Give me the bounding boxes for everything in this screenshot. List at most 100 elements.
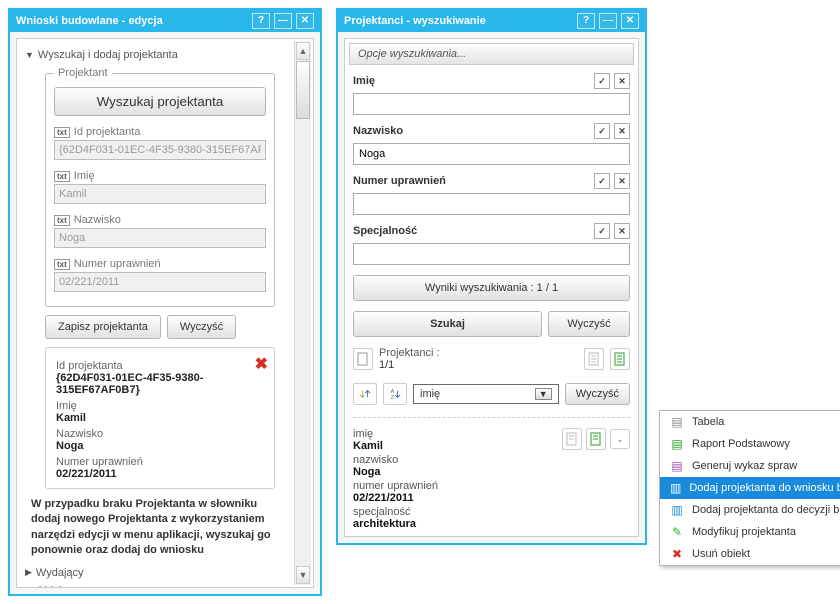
input-nazwisko[interactable] xyxy=(54,228,266,248)
document-icon[interactable] xyxy=(353,348,373,370)
section-wydajacy[interactable]: ▶ Wydający xyxy=(25,567,291,579)
field-check-icon[interactable]: ✓ xyxy=(594,223,610,239)
res-nazwisko-value: Noga xyxy=(353,466,554,478)
search-button[interactable]: Szukaj xyxy=(353,311,542,337)
field-imie: Imię ✓ ✕ xyxy=(353,73,630,115)
dropdown-icon[interactable]: ▼ xyxy=(535,388,552,400)
ctx-tabela[interactable]: ▤ Tabela xyxy=(660,411,840,433)
input-search-spec[interactable] xyxy=(353,243,630,265)
report-icon: ▤ xyxy=(670,437,684,451)
row-report-green-icon[interactable] xyxy=(586,428,606,450)
res-nazwisko-label: nazwisko xyxy=(353,454,554,466)
scroll-thumb[interactable] xyxy=(296,61,310,119)
clear-right-button[interactable]: Wyczyść xyxy=(548,311,630,337)
window-body-left: ▼ Wyszukaj i dodaj projektanta Projektan… xyxy=(10,32,320,594)
section-title-wydajacy: Wydający xyxy=(36,567,84,579)
text-field-icon: txt xyxy=(54,215,70,226)
label-imie: txt Imię xyxy=(54,170,266,182)
input-search-numer[interactable] xyxy=(353,193,630,215)
row-menu-icon[interactable]: ⌄ xyxy=(610,429,630,449)
minimize-button[interactable]: — xyxy=(274,13,292,29)
result-row: imię Kamil nazwisko Noga numer uprawnień… xyxy=(353,428,630,532)
sort-clear-button[interactable]: Wyczyść xyxy=(565,383,630,405)
results-count-bar: Wyniki wyszukiwania : 1 / 1 xyxy=(353,275,630,301)
text-field-icon: txt xyxy=(54,127,70,138)
titlebar-right: Projektanci - wyszukiwanie ? — ✕ xyxy=(338,10,645,32)
window-body-right: Opcje wyszukiwania... Imię ✓ ✕ Nazwisko … xyxy=(338,32,645,543)
context-menu: ▤ Tabela ▤ Raport Podstawowy ▤ Generuj w… xyxy=(659,410,840,566)
sort-toggle-2-icon[interactable]: AZ xyxy=(383,383,407,405)
card-id-value: {62D4F031-01EC-4F35-9380-315EF67AF0B7} xyxy=(56,372,264,396)
panel-left: ▼ Wyszukaj i dodaj projektanta Projektan… xyxy=(16,38,314,588)
field-numer: Numer uprawnień ✓ ✕ xyxy=(353,173,630,215)
input-imie[interactable] xyxy=(54,184,266,204)
input-numer[interactable] xyxy=(54,272,266,292)
mid-count: 1/1 xyxy=(379,359,578,371)
scrollbar-left[interactable]: ▲ ▼ xyxy=(294,41,311,585)
save-projektant-button[interactable]: Zapisz projektanta xyxy=(45,315,161,339)
titlebar-left: Wnioski budowlane - edycja ? — ✕ xyxy=(10,10,320,32)
input-search-nazwisko[interactable] xyxy=(353,143,630,165)
card-nazwisko-value: Noga xyxy=(56,440,264,452)
field-clear-icon[interactable]: ✕ xyxy=(614,123,630,139)
sort-toggle-1-icon[interactable] xyxy=(353,383,377,405)
report-white-icon[interactable] xyxy=(584,348,604,370)
ctx-dodaj-wniosek[interactable]: ▥ Dodaj projektanta do wniosku budowlane… xyxy=(660,477,840,499)
field-check-icon[interactable]: ✓ xyxy=(594,173,610,189)
input-search-imie[interactable] xyxy=(353,93,630,115)
report-green-icon[interactable] xyxy=(610,348,630,370)
label-nazwisko: txt Nazwisko xyxy=(54,214,266,226)
clear-left-button[interactable]: Wyczyść xyxy=(167,315,236,339)
field-nazwisko: Nazwisko ✓ ✕ xyxy=(353,123,630,165)
ctx-usun[interactable]: ✖ Usuń obiekt xyxy=(660,543,840,565)
res-spec-value: architektura xyxy=(353,518,554,530)
window-wnioski: Wnioski budowlane - edycja ? — ✕ ▼ Wyszu… xyxy=(8,8,322,596)
ctx-raport[interactable]: ▤ Raport Podstawowy xyxy=(660,433,840,455)
chevron-down-icon: ▼ xyxy=(25,50,34,60)
button-row-left: Zapisz projektanta Wyczyść xyxy=(45,315,275,339)
close-button[interactable]: ✕ xyxy=(296,13,314,29)
svg-text:A: A xyxy=(391,389,395,395)
row-report-white-icon[interactable] xyxy=(562,428,582,450)
field-nazwisko-label: Nazwisko xyxy=(353,125,403,137)
divider xyxy=(353,417,630,418)
help-button[interactable]: ? xyxy=(252,13,270,29)
window-projektanci: Projektanci - wyszukiwanie ? — ✕ Opcje w… xyxy=(336,8,647,545)
svg-text:Z: Z xyxy=(391,395,394,401)
field-clear-icon[interactable]: ✕ xyxy=(614,223,630,239)
section-search-add[interactable]: ▼ Wyszukaj i dodaj projektanta xyxy=(25,49,291,61)
scroll-down-icon[interactable]: ▼ xyxy=(296,566,310,584)
sort-row: AZ imię ▼ Wyczyść xyxy=(353,383,630,405)
card-numer-label: Numer uprawnień xyxy=(56,456,264,468)
ctx-modyfikuj[interactable]: ✎ Modyfikuj projektanta xyxy=(660,521,840,543)
scroll-up-icon[interactable]: ▲ xyxy=(296,42,310,60)
card-imie-value: Kamil xyxy=(56,412,264,424)
info-note: W przypadku braku Projektanta w słowniku… xyxy=(31,497,275,559)
card-imie-label: Imię xyxy=(56,400,264,412)
field-check-icon[interactable]: ✓ xyxy=(594,123,610,139)
chevron-right-icon: ▶ xyxy=(25,585,32,588)
card-numer-value: 02/221/2011 xyxy=(56,468,264,480)
panel-right: Opcje wyszukiwania... Imię ✓ ✕ Nazwisko … xyxy=(344,38,639,537)
res-spec-label: specjalność xyxy=(353,506,554,518)
text-field-icon: txt xyxy=(54,259,70,270)
field-check-icon[interactable]: ✓ xyxy=(594,73,610,89)
card-nazwisko-label: Nazwisko xyxy=(56,428,264,440)
search-projektant-button[interactable]: Wyszukaj projektanta xyxy=(54,87,266,116)
res-imie-label: imię xyxy=(353,428,554,440)
field-clear-icon[interactable]: ✕ xyxy=(614,173,630,189)
ctx-wykaz[interactable]: ▤ Generuj wykaz spraw xyxy=(660,455,840,477)
input-id-projektanta[interactable] xyxy=(54,140,266,160)
options-header[interactable]: Opcje wyszukiwania... xyxy=(349,43,634,65)
label-id: txt Id projektanta xyxy=(54,126,266,138)
help-button[interactable]: ? xyxy=(577,13,595,29)
close-button[interactable]: ✕ xyxy=(621,13,639,29)
ctx-dodaj-decyzja[interactable]: ▥ Dodaj projektanta do decyzji budowlane… xyxy=(660,499,840,521)
minimize-button[interactable]: — xyxy=(599,13,617,29)
sort-field-select[interactable]: imię ▼ xyxy=(413,384,559,404)
add-window-icon: ▥ xyxy=(670,481,681,495)
field-clear-icon[interactable]: ✕ xyxy=(614,73,630,89)
section-obiekt[interactable]: ▶ Obiekt xyxy=(25,585,291,588)
delete-card-icon[interactable]: ✖ xyxy=(255,354,268,374)
window-title: Wnioski budowlane - edycja xyxy=(16,15,248,27)
